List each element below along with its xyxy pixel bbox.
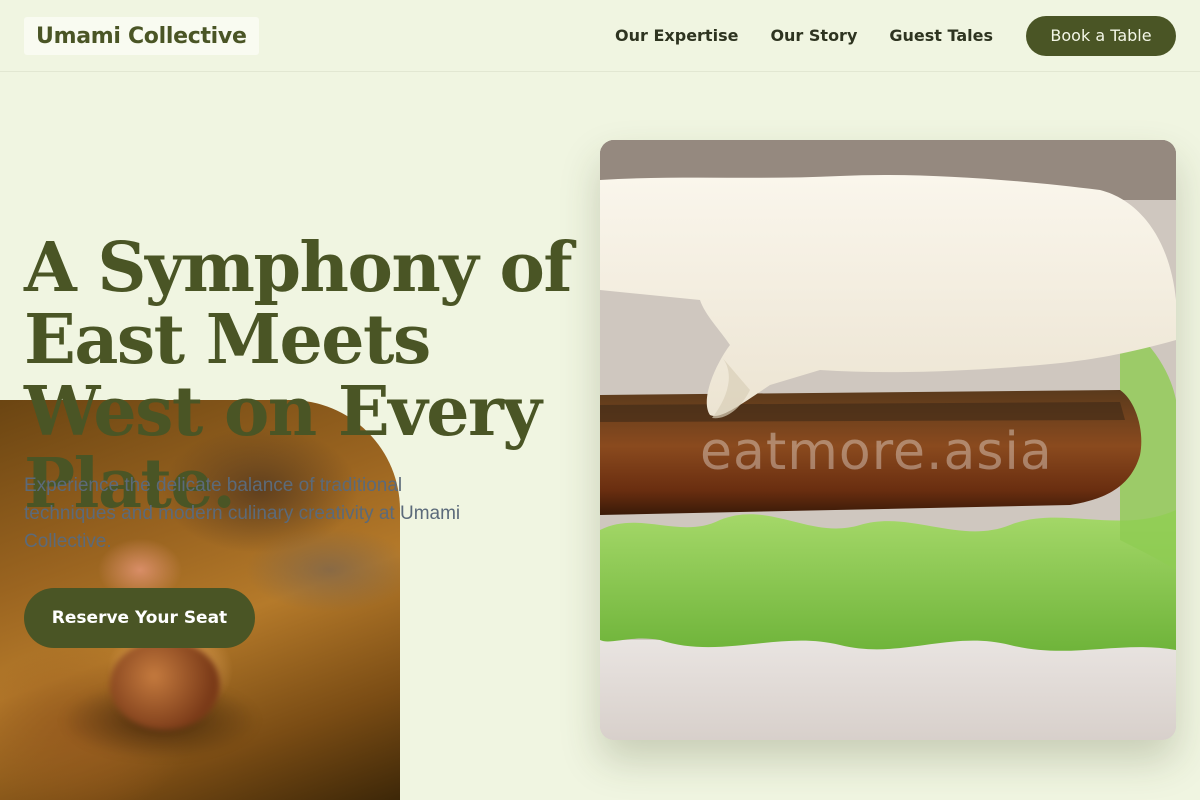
nav-link-our-expertise[interactable]: Our Expertise <box>615 26 738 45</box>
main-nav: Our Expertise Our Story Guest Tales Book… <box>615 15 1176 56</box>
nav-link-guest-tales[interactable]: Guest Tales <box>889 26 993 45</box>
reserve-seat-button[interactable]: Reserve Your Seat <box>24 588 255 648</box>
hero-dish-photo: eatmore.asia <box>600 140 1176 740</box>
image-watermark: eatmore.asia <box>700 422 1053 482</box>
hero-subtitle: Experience the delicate balance of tradi… <box>24 475 461 552</box>
nav-link-our-story[interactable]: Our Story <box>770 26 857 45</box>
book-table-button[interactable]: Book a Table <box>1026 15 1176 56</box>
brand-logo[interactable]: Umami Collective <box>24 16 259 55</box>
site-header: Umami Collective Our Expertise Our Story… <box>0 0 1200 72</box>
